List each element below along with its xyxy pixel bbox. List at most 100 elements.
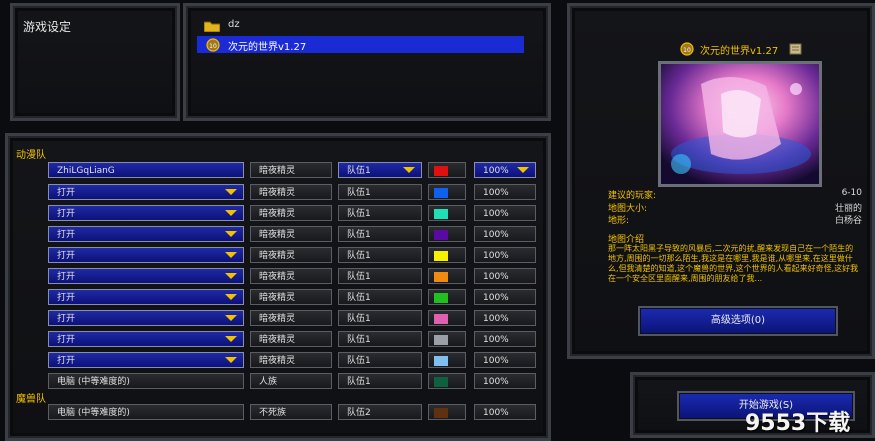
color-select[interactable] [428,268,466,284]
race-select[interactable]: 不死族 [250,404,332,420]
team-select[interactable]: 队伍1 [338,226,422,242]
player-slot-dropdown[interactable]: 打开 [48,247,244,263]
player-row: 打开 暗夜精灵 队伍1 100% [8,289,548,309]
map-list-item-folder[interactable]: dz [204,18,524,34]
color-select[interactable] [428,373,466,389]
team-select[interactable]: 队伍1 [338,162,422,178]
chevron-down-icon [517,167,529,173]
player-slot-dropdown[interactable]: ZhiLGqLianG [48,162,244,178]
map-intro-text: 那一阵太阳黑子导致的风暴后,二次元的扰,醒来发现自己在一个陌生的地方,周围的一切… [608,244,859,283]
color-select[interactable] [428,162,466,178]
watermark-text: 9553下载 [745,411,851,436]
handicap-select[interactable]: 100% [474,162,536,178]
player-slot-dropdown[interactable]: 打开 [48,352,244,368]
team-select[interactable]: 队伍1 [338,205,422,221]
team-select[interactable]: 队伍1 [338,184,422,200]
player-slot-dropdown-label: 打开 [57,293,76,303]
player-slot-dropdown-label: 打开 [57,335,76,345]
player-row: 电脑 (中等难度的) 人族 队伍1 100% [8,373,548,393]
race-select[interactable]: 暗夜精灵 [250,162,332,178]
color-select[interactable] [428,247,466,263]
handicap-select-label: 100% [483,377,509,387]
team-select-label: 队伍1 [347,335,371,345]
handicap-select-label: 100% [483,408,509,418]
race-select[interactable]: 暗夜精灵 [250,205,332,221]
color-select[interactable] [428,205,466,221]
handicap-select[interactable]: 100% [474,184,536,200]
color-select[interactable] [428,226,466,242]
player-row: 打开 暗夜精灵 队伍1 100% [8,352,548,372]
scroll-icon [789,43,802,55]
handicap-select[interactable]: 100% [474,352,536,368]
player-slot-dropdown[interactable]: 打开 [48,184,244,200]
player-slot-dropdown-label: 打开 [57,272,76,282]
handicap-select-label: 100% [483,251,509,261]
player-slot-dropdown[interactable]: 打开 [48,331,244,347]
chevron-down-icon [225,357,237,363]
handicap-select[interactable]: 100% [474,331,536,347]
player-slot-dropdown-label: 打开 [57,188,76,198]
map-info-header: 10 次元的世界v1.27 [678,42,818,58]
map-icon: 10 [680,42,694,56]
team-select[interactable]: 队伍1 [338,310,422,326]
player-row: 打开 暗夜精灵 队伍1 100% [8,310,548,330]
team-select[interactable]: 队伍1 [338,352,422,368]
player-slot-dropdown-label: 打开 [57,251,76,261]
player-slot-dropdown[interactable]: 打开 [48,289,244,305]
player-slot-dropdown[interactable]: 打开 [48,310,244,326]
color-select[interactable] [428,184,466,200]
chevron-down-icon [225,336,237,342]
color-select[interactable] [428,331,466,347]
color-swatch [434,188,448,198]
race-select[interactable]: 暗夜精灵 [250,226,332,242]
race-select[interactable]: 人族 [250,373,332,389]
player-row: 打开 暗夜精灵 队伍1 100% [8,226,548,246]
race-select-label: 暗夜精灵 [259,230,296,240]
handicap-select[interactable]: 100% [474,268,536,284]
race-select[interactable]: 暗夜精灵 [250,331,332,347]
anime-art [661,64,819,184]
team-select[interactable]: 队伍1 [338,373,422,389]
team-select[interactable]: 队伍1 [338,268,422,284]
game-settings-panel: 游戏设定 [10,3,180,121]
advanced-options-button[interactable]: 高级选项(0) [638,306,838,336]
color-select[interactable] [428,310,466,326]
handicap-select[interactable]: 100% [474,226,536,242]
color-swatch [434,166,448,176]
map-list-item-map[interactable]: 10 次元的世界v1.27 [204,37,524,53]
race-select[interactable]: 暗夜精灵 [250,289,332,305]
team-select[interactable]: 队伍1 [338,247,422,263]
color-select[interactable] [428,404,466,420]
race-select[interactable]: 暗夜精灵 [250,352,332,368]
team-select[interactable]: 队伍1 [338,331,422,347]
color-swatch [434,209,448,219]
player-slot-dropdown[interactable]: 打开 [48,226,244,242]
svg-text:10: 10 [209,43,217,50]
handicap-select[interactable]: 100% [474,373,536,389]
handicap-select[interactable]: 100% [474,310,536,326]
color-select[interactable] [428,289,466,305]
race-select[interactable]: 暗夜精灵 [250,268,332,284]
team-select[interactable]: 队伍1 [338,289,422,305]
race-select[interactable]: 暗夜精灵 [250,247,332,263]
race-select-label: 暗夜精灵 [259,188,296,198]
handicap-select[interactable]: 100% [474,247,536,263]
team-select[interactable]: 队伍2 [338,404,422,420]
player-slot-dropdown[interactable]: 电脑 (中等难度的) [48,373,244,389]
player-slot-dropdown[interactable]: 电脑 (中等难度的) [48,404,244,420]
race-select-label: 暗夜精灵 [259,209,296,219]
color-swatch [434,335,448,345]
race-select[interactable]: 暗夜精灵 [250,184,332,200]
race-select[interactable]: 暗夜精灵 [250,310,332,326]
player-slot-dropdown[interactable]: 打开 [48,268,244,284]
player-slot-dropdown[interactable]: 打开 [48,205,244,221]
handicap-select-label: 100% [483,188,509,198]
color-swatch [434,230,448,240]
handicap-select[interactable]: 100% [474,404,536,420]
handicap-select[interactable]: 100% [474,289,536,305]
color-select[interactable] [428,352,466,368]
chevron-down-icon [225,315,237,321]
player-slot-dropdown-label: 电脑 (中等难度的) [57,408,130,418]
handicap-select[interactable]: 100% [474,205,536,221]
player-row: 电脑 (中等难度的) 不死族 队伍2 100% [8,404,548,424]
